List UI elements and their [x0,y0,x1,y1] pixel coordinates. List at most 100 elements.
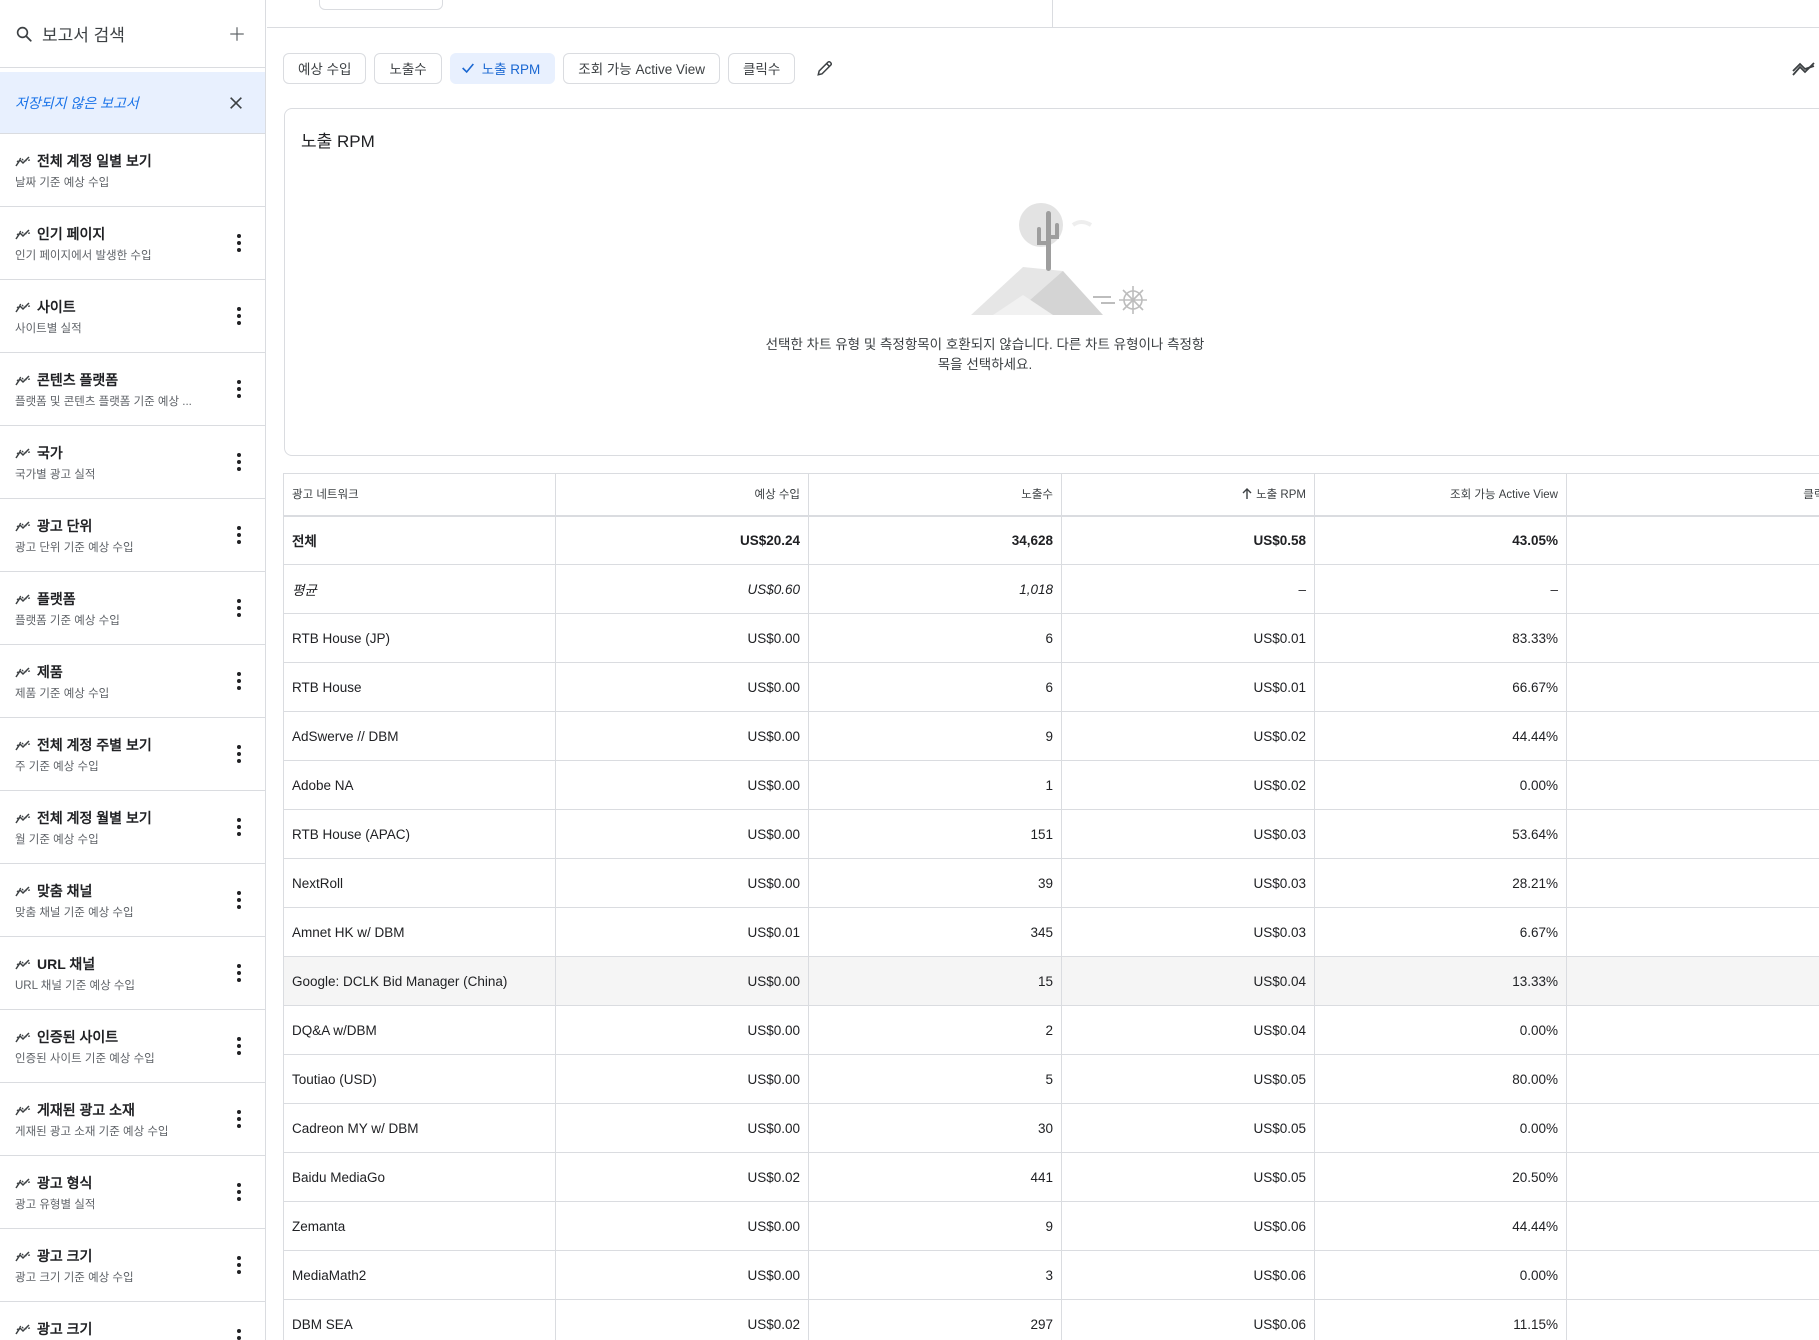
table-cell-value: 0 [1566,1250,1819,1300]
saved-report-item[interactable]: 게재된 광고 소재 게재된 광고 소재 기준 예상 수입 [0,1083,265,1156]
table-row[interactable]: RTB HouseUS$0.006US$0.0166.67%0 [283,662,1819,712]
saved-report-subtitle: 인기 페이지에서 발생한 수입 [15,249,152,262]
table-row[interactable]: DBM SEAUS$0.02297US$0.0611.15%0 [283,1299,1819,1340]
more-vert-icon[interactable] [227,958,251,988]
table-row[interactable]: NextRollUS$0.0039US$0.0328.21%0 [283,858,1819,908]
saved-report-subtitle: 광고 단위 기준 예상 수입 [15,541,134,554]
date-range-button[interactable] [319,0,443,10]
table-row[interactable]: Amnet HK w/ DBMUS$0.01345US$0.036.67%0 [283,907,1819,957]
table-row[interactable]: ZemantaUS$0.009US$0.0644.44%0 [283,1201,1819,1251]
saved-report-item[interactable]: 인증된 사이트 인증된 사이트 기준 예상 수입 [0,1010,265,1083]
edit-metrics-button[interactable] [809,52,841,84]
saved-report-title: 전체 계정 주별 보기 [37,736,152,753]
more-vert-icon[interactable] [227,1250,251,1280]
column-header[interactable]: 노출수 [808,473,1062,517]
metric-chip[interactable]: 노출수 [374,52,442,84]
unsaved-report-label: 저장되지 않은 보고서 [15,94,139,111]
table-cell-value: US$0.04 [1061,1005,1315,1055]
column-header[interactable]: 광고 네트워크 [283,473,556,517]
saved-report-item[interactable]: 맞춤 채널 맞춤 채널 기준 예상 수입 [0,864,265,937]
trend-icon [1792,62,1815,76]
saved-report-item[interactable]: 플랫폼 플랫폼 기준 예상 수입 [0,572,265,645]
table-cell-value: 0 [1566,1005,1819,1055]
metric-chip[interactable]: 조회 가능 Active View [563,52,721,84]
column-header[interactable]: 클릭수 [1566,473,1819,517]
saved-report-item[interactable]: 콘텐츠 플랫폼 플랫폼 및 콘텐츠 플랫폼 기준 예상 ... [0,353,265,426]
table-row[interactable]: RTB House (JP)US$0.006US$0.0183.33%0 [283,613,1819,663]
chart-type-button[interactable] [1789,54,1819,84]
saved-report-title-row: 맞춤 채널 [15,881,227,901]
column-header[interactable]: 노출 RPM [1061,473,1315,517]
saved-report-text: 광고 크기광고 크기 기준 예상 수입 [15,1319,227,1340]
table-cell-value: US$0.06 [1061,1250,1315,1300]
saved-report-item[interactable]: 전체 계정 월별 보기 월 기준 예상 수입 [0,791,265,864]
table-row[interactable]: DQ&A w/DBMUS$0.002US$0.040.00%0 [283,1005,1819,1055]
table-cell-value: 3 [808,1250,1062,1300]
metric-chip[interactable]: 노출 RPM [449,52,556,84]
saved-report-item[interactable]: 광고 형식 광고 유형별 실적 [0,1156,265,1229]
more-vert-icon[interactable] [227,301,251,331]
saved-report-item[interactable]: 전체 계정 일별 보기 날짜 기준 예상 수입 [0,134,265,207]
more-vert-icon[interactable] [227,1323,251,1340]
table-cell-value: US$0.03 [1061,809,1315,859]
metric-chip[interactable]: 예상 수입 [283,52,367,84]
table-row[interactable]: AdSwerve // DBMUS$0.009US$0.0244.44%0 [283,711,1819,761]
table-row[interactable]: MediaMath2US$0.003US$0.060.00%0 [283,1250,1819,1300]
saved-report-title: 플랫폼 [37,590,76,607]
more-vert-icon[interactable] [227,1031,251,1061]
saved-report-item[interactable]: 제품 제품 기준 예상 수입 [0,645,265,718]
saved-report-item[interactable]: 광고 단위 광고 단위 기준 예상 수입 [0,499,265,572]
table-row[interactable]: Baidu MediaGoUS$0.02441US$0.0520.50%0 [283,1152,1819,1202]
table-total-row[interactable]: 전체US$20.2434,628US$0.5843.05%47 [283,515,1819,565]
close-unsaved-report-button[interactable] [222,89,250,117]
chart-title: 노출 RPM [301,132,375,151]
saved-report-item[interactable]: 광고 크기광고 크기 기준 예상 수입 [0,1302,265,1340]
more-vert-icon[interactable] [227,812,251,842]
column-header-label: 예상 수입 [754,489,800,502]
more-vert-icon[interactable] [227,228,251,258]
saved-report-item[interactable]: 사이트 사이트별 실적 [0,280,265,353]
table-row[interactable]: Toutiao (USD)US$0.005US$0.0580.00%0 [283,1054,1819,1104]
more-vert-icon[interactable] [227,593,251,623]
table-cell-value: – [1061,564,1315,614]
sparkline-icon [15,958,31,970]
table-average-row[interactable]: 평균US$0.601,018––1 [283,564,1819,614]
saved-report-title-row: 게재된 광고 소재 [15,1100,227,1120]
more-vert-icon[interactable] [227,374,251,404]
saved-report-title: 게재된 광고 소재 [37,1101,135,1118]
report-search-bar[interactable]: 보고서 검색 [0,0,265,68]
saved-report-item[interactable]: 국가 국가별 광고 실적 [0,426,265,499]
table-row[interactable]: Adobe NAUS$0.001US$0.020.00%0 [283,760,1819,810]
table-row[interactable]: RTB House (APAC)US$0.00151US$0.0353.64%0 [283,809,1819,859]
more-vert-icon[interactable] [227,885,251,915]
table-cell-value: 0.00% [1314,1005,1567,1055]
table-cell-network: RTB House [283,662,556,712]
metric-chip[interactable]: 클릭수 [728,52,796,84]
column-header[interactable]: 조회 가능 Active View [1314,473,1567,517]
column-header[interactable]: 예상 수입 [555,473,809,517]
table-cell-value: US$0.03 [1061,858,1315,908]
saved-report-item[interactable]: 전체 계정 주별 보기 주 기준 예상 수입 [0,718,265,791]
more-vert-icon[interactable] [227,520,251,550]
saved-report-item[interactable]: 광고 크기광고 크기 기준 예상 수입 [0,1229,265,1302]
more-vert-icon[interactable] [227,1104,251,1134]
report-search-input[interactable]: 보고서 검색 [42,21,223,46]
sparkline-icon [15,666,31,678]
table-row[interactable]: Google: DCLK Bid Manager (China) US$0.00 1… [283,956,1819,1006]
add-report-button[interactable] [223,20,251,48]
table-row[interactable]: Cadreon MY w/ DBMUS$0.0030US$0.050.00%0 [283,1103,1819,1153]
table-cell-value: 0 [1566,1299,1819,1340]
saved-report-item[interactable]: 인기 페이지 인기 페이지에서 발생한 수입 [0,207,265,280]
table-cell-network: 전체 [283,515,556,565]
saved-report-item[interactable]: URL 채널 URL 채널 기준 예상 수입 [0,937,265,1010]
more-vert-icon[interactable] [227,447,251,477]
table-cell-value: 0.00% [1314,1103,1567,1153]
more-vert-icon[interactable] [227,739,251,769]
unsaved-report-item[interactable]: 저장되지 않은 보고서 [0,72,265,134]
column-header-label: 클릭수 [1803,489,1819,502]
table-cell-value: 15 [808,956,1062,1006]
more-vert-icon[interactable] [227,666,251,696]
table-cell-value: 53.64% [1314,809,1567,859]
saved-report-title-row: 플랫폼 [15,589,227,609]
more-vert-icon[interactable] [227,1177,251,1207]
